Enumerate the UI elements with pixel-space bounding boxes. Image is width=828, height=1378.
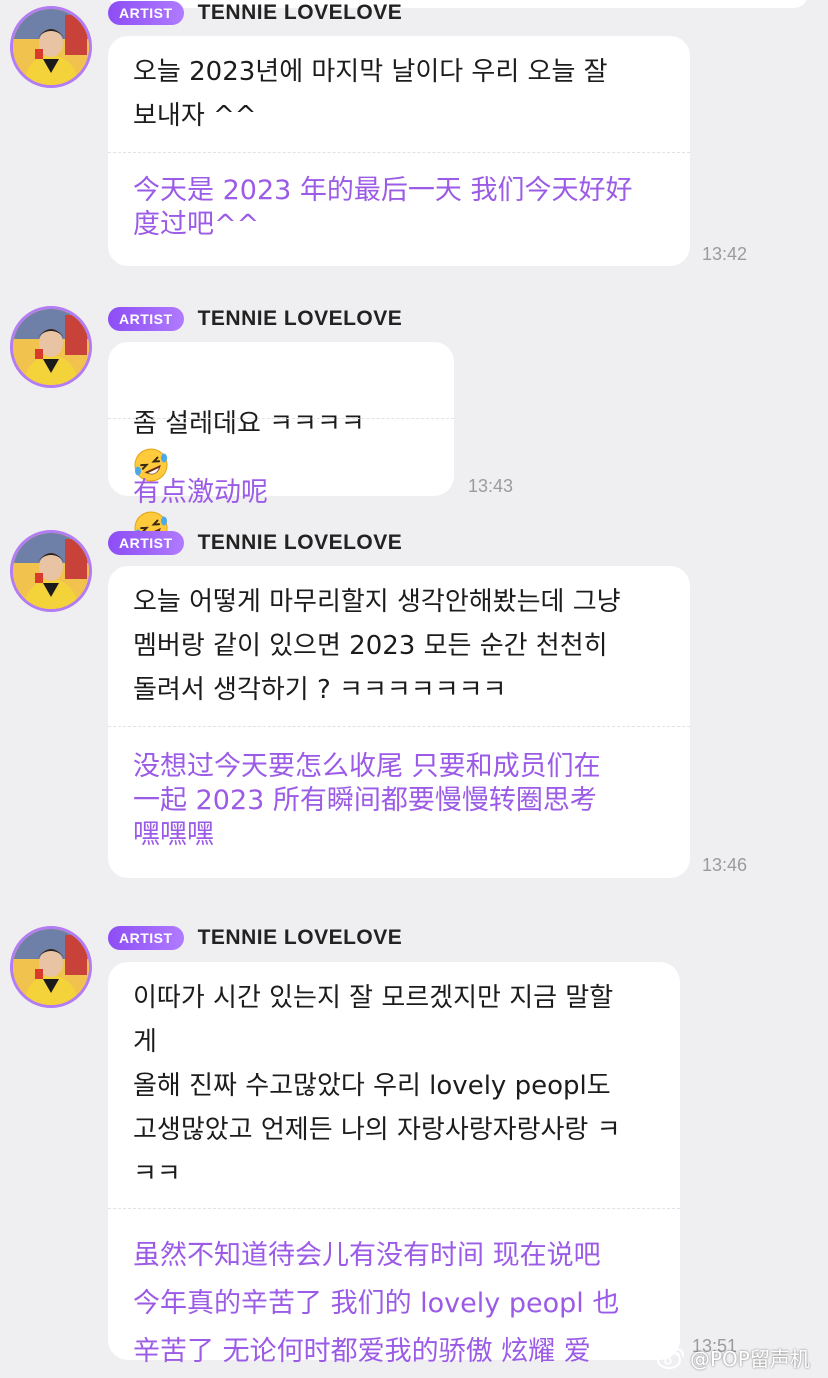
watermark: @POP留声机 [656, 1342, 810, 1372]
artist-badge: ARTIST [108, 926, 184, 950]
artist-badge: ARTIST [108, 1, 184, 25]
original-text: 이따가 시간 있는지 잘 모르겠지만 지금 말할 게 올해 진짜 수고많았다 우… [133, 983, 621, 1189]
sender-name[interactable]: TENNIE LOVELOVE [198, 307, 403, 331]
translation-divider [108, 726, 690, 727]
weibo-icon [657, 1348, 684, 1369]
original-text: 오늘 어떻게 마무리할지 생각안해봤는데 그냥 멤버랑 같이 있으면 2023 … [133, 587, 621, 705]
avatar-photo [13, 929, 89, 1005]
artist-badge: ARTIST [108, 531, 184, 555]
message-bubble[interactable]: 좀 설레데요 ㅋㅋㅋㅋ 有点激动呢 [108, 342, 454, 545]
avatar-photo [13, 309, 89, 385]
translation-text: 没想过今天要怎么收尾 只要和成员们在 一起 2023 所有瞬间都要慢慢转圈思考 … [133, 751, 601, 850]
translation-text: 今天是 2023 年的最后一天 我们今天好好 度过吧^^ [133, 175, 633, 240]
timestamp: 13:46 [702, 855, 748, 875]
message-bubble[interactable]: 오늘 어떻게 마무리할지 생각안해봤는데 그냥 멤버랑 같이 있으면 2023 … [108, 566, 690, 878]
sender-name[interactable]: TENNIE LOVELOVE [198, 531, 403, 555]
message-header: ARTIST TENNIE LOVELOVE [108, 925, 402, 951]
translation-divider [108, 1208, 680, 1209]
artist-avatar[interactable] [10, 6, 92, 88]
sender-name[interactable]: TENNIE LOVELOVE [198, 926, 403, 950]
artist-badge: ARTIST [108, 307, 184, 331]
translation-divider [108, 152, 690, 153]
timestamp: 13:43 [468, 476, 514, 496]
translation-text-content: 有点激动呢 [133, 477, 268, 508]
message-header: ARTIST TENNIE LOVELOVE [108, 530, 402, 556]
original-text-content: 좀 설레데요 ㅋㅋㅋㅋ [133, 409, 365, 439]
message-bubble[interactable]: 이따가 시간 있는지 잘 모르겠지만 지금 말할 게 올해 진짜 수고많았다 우… [108, 962, 680, 1367]
watermark-text: @POP留声机 [690, 1346, 810, 1371]
message-bubble[interactable]: 오늘 2023년에 마지막 날이다 우리 오늘 잘 보내자 ^^ 今天是 202… [108, 36, 690, 266]
original-text: 오늘 2023년에 마지막 날이다 우리 오늘 잘 보내자 ^^ [133, 57, 608, 131]
message-header: ARTIST TENNIE LOVELOVE [108, 0, 402, 26]
translation-text: 虽然不知道待会儿有没有时间 现在说吧 今年真的辛苦了 我们的 lovely pe… [133, 1240, 620, 1367]
chat-screen: ARTIST TENNIE LOVELOVE 오늘 2023년에 마지막 날이다… [0, 0, 828, 1378]
translation-divider [108, 418, 454, 419]
sender-name[interactable]: TENNIE LOVELOVE [198, 1, 403, 25]
avatar-photo [13, 533, 89, 609]
message-header: ARTIST TENNIE LOVELOVE [108, 306, 402, 332]
timestamp: 13:42 [702, 244, 748, 264]
artist-avatar[interactable] [10, 306, 92, 388]
artist-avatar[interactable] [10, 530, 92, 612]
artist-avatar[interactable] [10, 926, 92, 1008]
avatar-photo [13, 9, 89, 85]
